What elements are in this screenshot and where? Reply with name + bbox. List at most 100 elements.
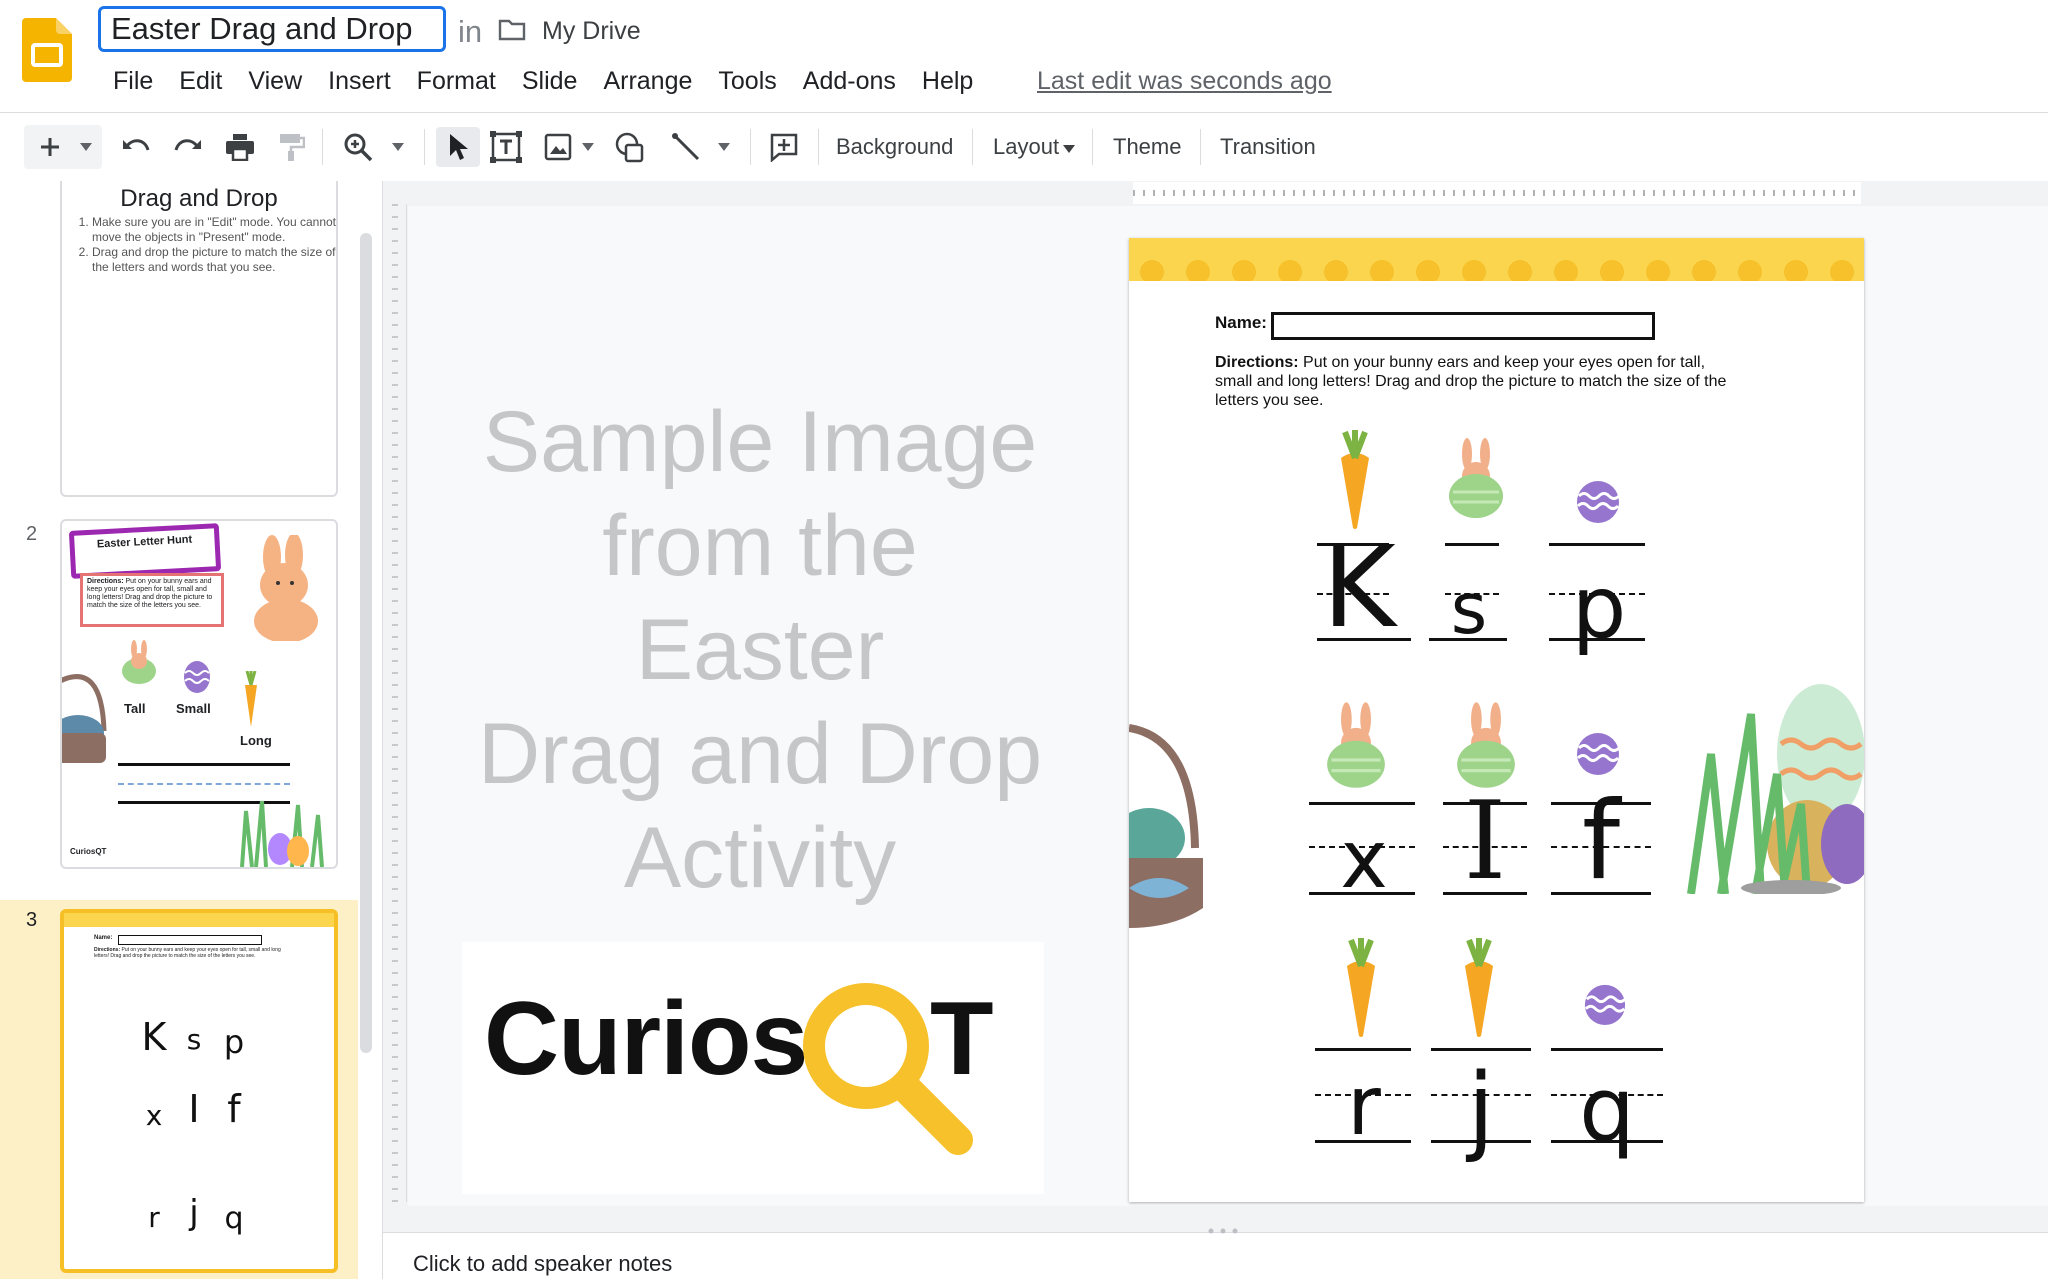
menu-slide[interactable]: Slide bbox=[509, 64, 591, 98]
add-comment-button[interactable] bbox=[766, 127, 802, 167]
thumb3-letter: I bbox=[188, 1087, 200, 1131]
slides-logo-icon[interactable] bbox=[22, 18, 72, 82]
drive-location-link[interactable]: My Drive bbox=[542, 17, 641, 46]
insert-image-button[interactable] bbox=[540, 127, 576, 167]
speaker-notes-panel[interactable]: Click to add speaker notes bbox=[383, 1228, 2048, 1280]
letter-r: r bbox=[1347, 1059, 1381, 1154]
document-title-input[interactable] bbox=[98, 6, 446, 52]
text-box-button[interactable] bbox=[488, 127, 524, 167]
chevron-down-icon[interactable] bbox=[80, 143, 92, 151]
notes-resize-handle[interactable] bbox=[1203, 1221, 1243, 1234]
zoom-button[interactable] bbox=[340, 127, 376, 167]
slide2-directions-box: Directions: Put on your bunny ears and k… bbox=[80, 573, 224, 627]
vertical-ruler[interactable] bbox=[384, 204, 407, 1202]
undo-icon bbox=[123, 139, 150, 151]
letter-q: q bbox=[1579, 1058, 1635, 1161]
egg-icon[interactable] bbox=[1583, 980, 1627, 1026]
paint-format-button[interactable] bbox=[274, 127, 310, 167]
slide-thumbnail-2[interactable]: Easter Letter Hunt Directions: Put on yo… bbox=[60, 519, 338, 869]
bunny-basket-icon[interactable] bbox=[1455, 700, 1517, 790]
slide2-banner: Easter Letter Hunt bbox=[68, 523, 222, 579]
drag-dots-icon bbox=[1208, 1228, 1238, 1234]
basket-illustration bbox=[62, 674, 107, 763]
text-box-icon bbox=[490, 131, 522, 163]
menu-arrange[interactable]: Arrange bbox=[590, 64, 705, 98]
undo-button[interactable] bbox=[118, 127, 154, 167]
thumb3-directions-text: Put on your bunny ears and keep your eye… bbox=[94, 947, 281, 959]
sample-line-5: Activity bbox=[623, 810, 897, 906]
speaker-notes-placeholder[interactable]: Click to add speaker notes bbox=[413, 1251, 672, 1277]
menu-addons[interactable]: Add-ons bbox=[790, 64, 909, 98]
image-dropdown[interactable] bbox=[578, 127, 598, 167]
letter-s: s bbox=[1450, 568, 1488, 650]
filmstrip-scrollbar[interactable] bbox=[360, 233, 372, 1053]
label-tall: Tall bbox=[124, 701, 146, 716]
line-dropdown[interactable] bbox=[714, 127, 734, 167]
egg-icon[interactable] bbox=[1575, 476, 1621, 524]
slide2-banner-text: Easter Letter Hunt bbox=[96, 533, 193, 551]
paint-format-icon bbox=[280, 134, 305, 161]
letter-i: I bbox=[1463, 779, 1507, 904]
worksheet-image[interactable]: Name: Directions: Put on your bunny ears… bbox=[1129, 238, 1864, 1202]
egg-icon[interactable] bbox=[1575, 728, 1621, 776]
last-edit-link[interactable]: Last edit was seconds ago bbox=[1037, 64, 1332, 98]
polka-dots bbox=[1129, 238, 1864, 281]
menu-view[interactable]: View bbox=[235, 64, 315, 98]
label-long: Long bbox=[240, 733, 272, 748]
line-button[interactable] bbox=[668, 127, 704, 167]
shape-icon bbox=[615, 132, 644, 163]
letter-p: p bbox=[1571, 558, 1627, 658]
thumb3-letter: p bbox=[223, 1023, 245, 1061]
zoom-dropdown[interactable] bbox=[388, 127, 408, 167]
menu-help[interactable]: Help bbox=[909, 64, 986, 98]
writing-line bbox=[1309, 802, 1415, 805]
folder-icon[interactable] bbox=[498, 19, 526, 41]
layout-button[interactable]: Layout bbox=[993, 127, 1059, 167]
writing-line bbox=[1549, 543, 1645, 546]
chevron-down-icon bbox=[718, 143, 730, 151]
menu-edit[interactable]: Edit bbox=[166, 64, 235, 98]
in-label: in bbox=[458, 14, 483, 49]
sample-line-2: from the bbox=[602, 498, 918, 594]
writing-line bbox=[1445, 543, 1499, 546]
thumb3-band bbox=[64, 913, 334, 927]
worksheet-directions: Directions: Put on your bunny ears and k… bbox=[1215, 353, 1745, 410]
carrot-icon[interactable] bbox=[1335, 430, 1375, 530]
slide1-step-1: Make sure you are in "Edit" mode. You ca… bbox=[92, 215, 336, 245]
slide1-steps: Make sure you are in "Edit" mode. You ca… bbox=[66, 215, 336, 275]
menu-insert[interactable]: Insert bbox=[315, 64, 404, 98]
logo-text-end: T bbox=[930, 981, 994, 1097]
slide1-step-2: Drag and drop the picture to match the s… bbox=[92, 245, 336, 275]
bunny-basket-icon[interactable] bbox=[1447, 436, 1505, 520]
menu-tools[interactable]: Tools bbox=[705, 64, 789, 98]
slide1-title: Drag and Drop bbox=[120, 185, 278, 212]
menu-file[interactable]: File bbox=[100, 64, 166, 98]
select-tool-button[interactable] bbox=[436, 127, 480, 167]
slide-thumbnail-1[interactable]: Drag and Drop Make sure you are in "Edit… bbox=[60, 181, 338, 497]
thumb3-letter: j bbox=[189, 1193, 199, 1233]
grass-eggs-illustration bbox=[240, 800, 324, 867]
menu-format[interactable]: Format bbox=[404, 64, 509, 98]
bunny-basket-icon[interactable] bbox=[1325, 700, 1387, 790]
letter-k: K bbox=[1322, 523, 1396, 653]
name-field bbox=[1271, 312, 1655, 340]
carrot-icon[interactable] bbox=[1459, 938, 1499, 1038]
chevron-down-icon[interactable] bbox=[1063, 145, 1075, 153]
shape-button[interactable] bbox=[612, 127, 648, 167]
sample-image-text[interactable]: Sample Image from the Easter Drag and Dr… bbox=[420, 390, 1100, 910]
writing-line bbox=[1431, 1048, 1531, 1051]
chevron-down-icon bbox=[392, 143, 404, 151]
background-button[interactable]: Background bbox=[836, 127, 953, 167]
redo-button[interactable] bbox=[170, 127, 206, 167]
grass-eggs-illustration bbox=[1687, 684, 1864, 894]
thumb3-directions: Directions: Put on your bunny ears and k… bbox=[94, 947, 284, 969]
print-button[interactable] bbox=[222, 127, 258, 167]
image-icon bbox=[544, 133, 572, 161]
slide-thumbnail-3[interactable]: Name: Directions: Put on your bunny ears… bbox=[60, 909, 338, 1273]
theme-button[interactable]: Theme bbox=[1113, 127, 1181, 167]
horizontal-ruler[interactable] bbox=[1133, 182, 1861, 204]
new-slide-button[interactable] bbox=[24, 125, 102, 169]
name-label: Name: bbox=[1215, 313, 1267, 332]
carrot-icon[interactable] bbox=[1341, 938, 1381, 1038]
transition-button[interactable]: Transition bbox=[1220, 127, 1316, 167]
